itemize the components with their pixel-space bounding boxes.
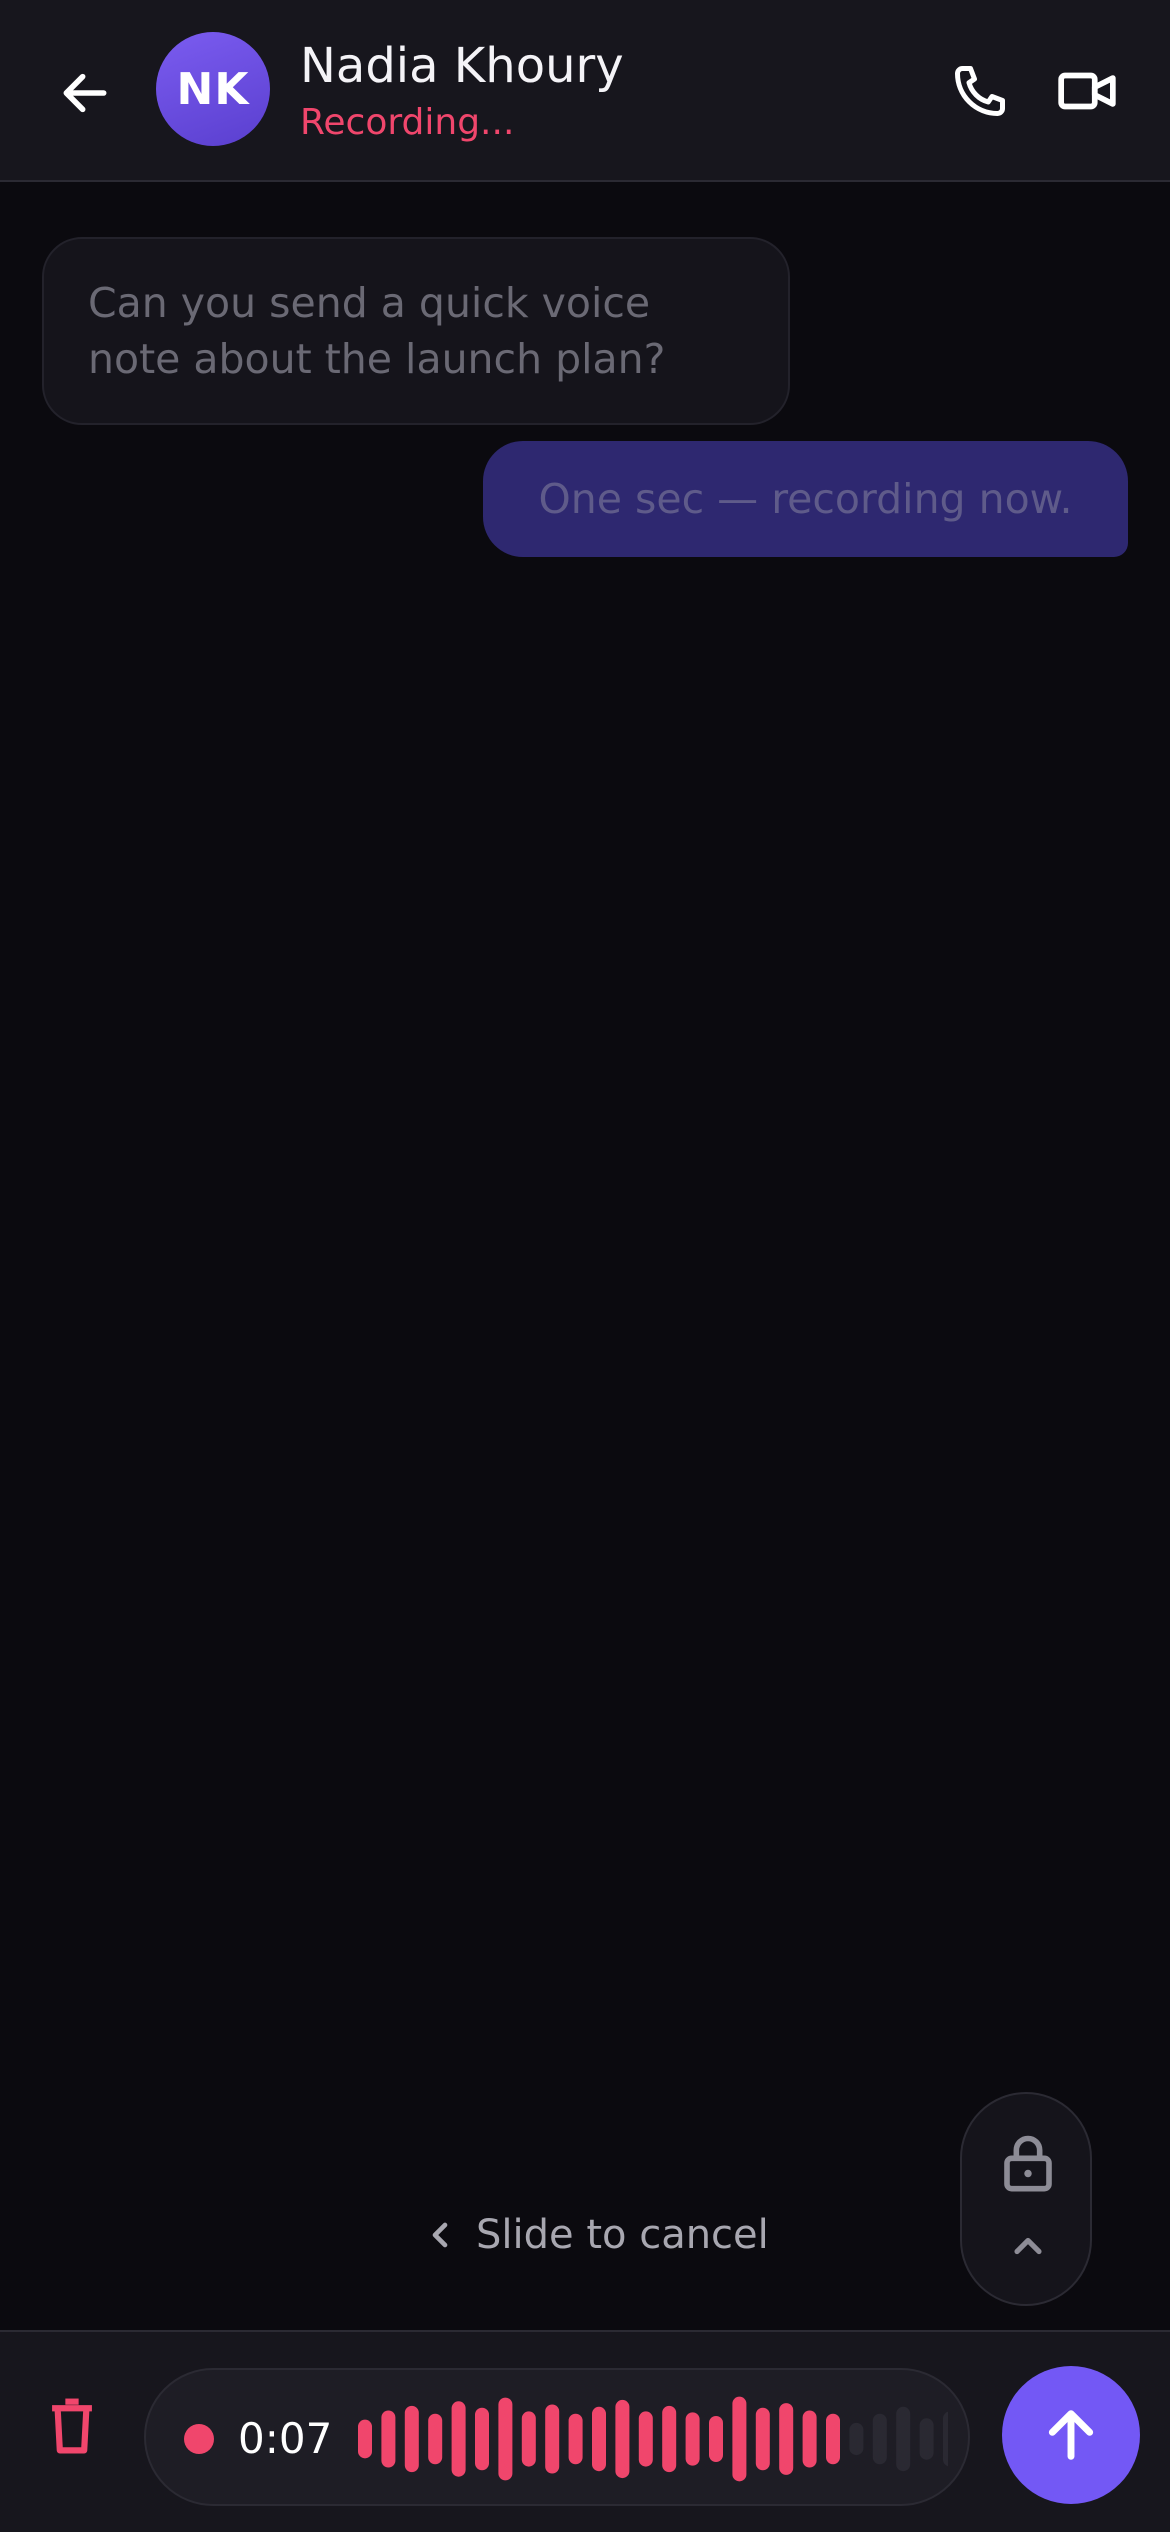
waveform-bar-pending (849, 2422, 864, 2456)
waveform-bar (451, 2401, 466, 2477)
waveform-bar (381, 2410, 396, 2468)
waveform-bar (358, 2419, 372, 2459)
recording-timer: 0:07 (238, 2414, 333, 2463)
chat-header: NK Nadia Khoury Recording... (0, 0, 1170, 182)
avatar[interactable]: NK (156, 32, 270, 146)
arrow-up-icon (1048, 2410, 1094, 2460)
waveform-bar-pending (943, 2411, 948, 2467)
video-call-button[interactable] (1052, 56, 1122, 126)
waveform-bar (638, 2411, 653, 2467)
chat-screen: NK Nadia Khoury Recording... Can you sen… (0, 0, 1170, 2532)
video-camera-icon (1058, 72, 1116, 110)
waveform-bar (732, 2396, 747, 2482)
phone-icon (955, 66, 1005, 116)
lock-recording-hint[interactable] (960, 2092, 1092, 2306)
waveform-bar (592, 2406, 606, 2472)
waveform-bar (662, 2405, 677, 2473)
waveform-bar (615, 2399, 630, 2479)
back-button[interactable] (50, 58, 120, 128)
arrow-left-icon (63, 73, 107, 113)
waveform-bar (826, 2413, 840, 2465)
chevron-left-icon (432, 2222, 448, 2248)
waveform-bar (521, 2411, 536, 2467)
waveform-bar (498, 2397, 513, 2481)
send-voice-button[interactable] (1002, 2366, 1140, 2504)
recording-bar: 0:07 (0, 2330, 1170, 2532)
waveform-bar (545, 2404, 560, 2474)
waveform-bar (709, 2416, 723, 2462)
delete-recording-button[interactable] (36, 2390, 108, 2462)
waveform-bar-pending (919, 2418, 934, 2460)
waveform (358, 2396, 948, 2482)
waveform-bar-pending (896, 2406, 911, 2472)
voice-call-button[interactable] (945, 56, 1015, 126)
waveform-bar (779, 2403, 794, 2475)
waveform-bar (568, 2413, 583, 2465)
incoming-message[interactable]: Can you send a quick voice note about th… (42, 237, 790, 425)
waveform-bar-pending (872, 2413, 887, 2465)
recording-status: Recording... (300, 102, 515, 143)
waveform-bar (802, 2410, 817, 2468)
waveform-bar (685, 2412, 700, 2466)
slide-to-cancel-label: Slide to cancel (476, 2212, 769, 2258)
waveform-bar (475, 2407, 489, 2471)
recording-dot (184, 2424, 214, 2454)
contact-name[interactable]: Nadia Khoury (300, 38, 624, 94)
chevron-up-icon (1014, 2237, 1042, 2255)
waveform-bar (428, 2413, 443, 2465)
recording-indicator: 0:07 (144, 2368, 970, 2506)
lock-icon (1004, 2135, 1052, 2192)
waveform-bar (755, 2407, 770, 2471)
waveform-bar (404, 2405, 419, 2473)
slide-to-cancel[interactable]: Slide to cancel (420, 2212, 769, 2258)
outgoing-message[interactable]: One sec — recording now. (483, 441, 1128, 557)
trash-icon (52, 2398, 92, 2454)
